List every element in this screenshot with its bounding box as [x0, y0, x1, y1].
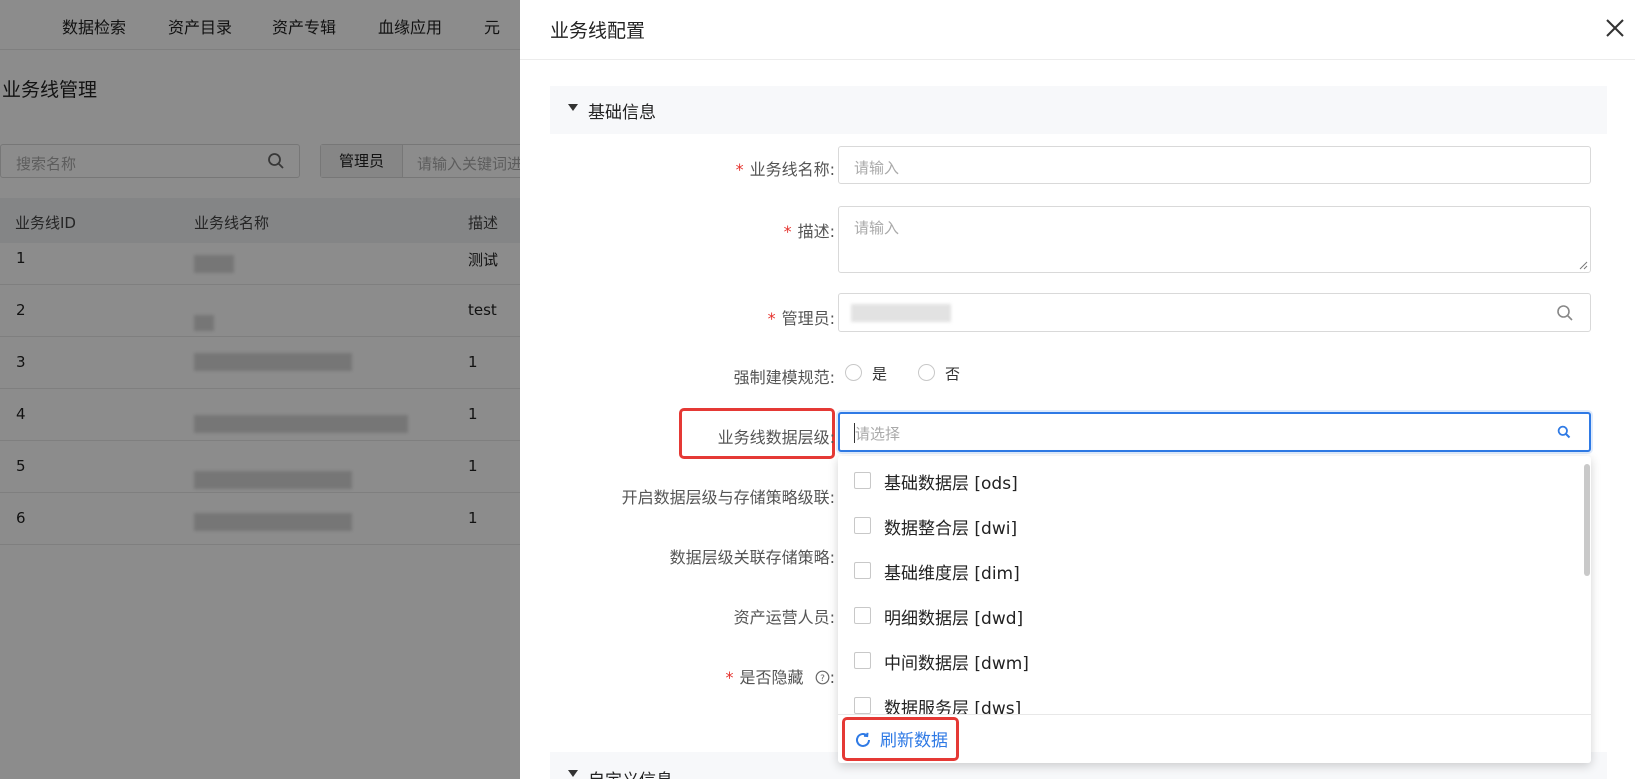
checkbox[interactable] [854, 562, 871, 579]
option-label: 数据服务层 [dws] [884, 699, 1022, 714]
required-mark: * [767, 309, 776, 328]
asset-operator-label: 资产运营人员: [733, 608, 835, 627]
radio-no-label[interactable]: 否 [945, 363, 960, 384]
admin-label: * 管理员: [767, 309, 835, 328]
admin-select[interactable] [838, 293, 1591, 332]
data-layer-dropdown: 基础数据层 [ods] 数据整合层 [dwi] 基础维度层 [dim] 明细数据… [838, 456, 1591, 763]
section-basic-info[interactable]: 基础信息 [550, 86, 1607, 134]
dropdown-scrollbar[interactable] [1584, 464, 1590, 576]
dropdown-option[interactable]: 明细数据层 [dwd] [838, 594, 1591, 639]
dropdown-option[interactable]: 基础维度层 [dim] [838, 549, 1591, 594]
required-mark: * [725, 668, 734, 687]
dropdown-options-list[interactable]: 基础数据层 [ods] 数据整合层 [dwi] 基础维度层 [dim] 明细数据… [838, 456, 1591, 714]
section-basic-title: 基础信息 [588, 103, 656, 123]
dropdown-option[interactable]: 中间数据层 [dwm] [838, 639, 1591, 684]
resize-handle-icon[interactable] [1579, 261, 1588, 270]
name-input[interactable]: 请输入 [838, 146, 1591, 184]
required-mark: * [783, 222, 792, 241]
name-label: * 业务线名称: [735, 160, 835, 179]
help-icon[interactable]: ? [815, 670, 830, 689]
search-icon[interactable] [1556, 304, 1574, 326]
selected-admin-tag [851, 304, 951, 322]
business-line-config-drawer: 业务线配置 基础信息 * 业务线名称: 请输入 * 描述: 请输入 * 管理员: 强制… [520, 0, 1635, 779]
data-layer-label: 业务线数据层级: [717, 428, 835, 447]
section-custom-title: 自定义信息 [588, 766, 673, 779]
option-label: 数据整合层 [dwi] [884, 519, 1018, 539]
caret-down-icon [568, 770, 578, 777]
desc-placeholder: 请输入 [854, 219, 900, 237]
option-label: 基础数据层 [ods] [884, 474, 1018, 494]
checkbox[interactable] [854, 517, 871, 534]
storage-policy-label: 数据层级关联存储策略: [669, 548, 835, 567]
radio-yes[interactable] [845, 364, 862, 381]
data-layer-placeholder: 请选择 [855, 425, 901, 443]
option-label: 中间数据层 [dwm] [884, 654, 1029, 674]
radio-no[interactable] [918, 364, 935, 381]
force-modeling-label: 强制建模规范: [733, 368, 835, 387]
caret-down-icon [568, 104, 578, 111]
option-label: 基础维度层 [dim] [884, 564, 1020, 584]
checkbox[interactable] [854, 607, 871, 624]
close-icon[interactable] [1603, 16, 1627, 40]
dropdown-option[interactable]: 基础数据层 [ods] [838, 459, 1591, 504]
svg-text:?: ? [820, 674, 825, 684]
desc-textarea[interactable]: 请输入 [838, 206, 1591, 273]
dropdown-option[interactable]: 数据整合层 [dwi] [838, 504, 1591, 549]
hidden-label: * 是否隐藏 ? : [725, 668, 836, 689]
drawer-title: 业务线配置 [550, 20, 646, 42]
dropdown-footer: 刷新数据 [838, 714, 1591, 763]
checkbox[interactable] [854, 697, 871, 714]
search-icon[interactable] [1557, 425, 1571, 443]
option-label: 明细数据层 [dwd] [884, 609, 1024, 629]
dropdown-option[interactable]: 数据服务层 [dws] [838, 684, 1591, 714]
checkbox[interactable] [854, 472, 871, 489]
drawer-header: 业务线配置 [520, 0, 1635, 60]
required-mark: * [735, 160, 744, 179]
cascade-label: 开启数据层级与存储策略级联: [621, 488, 835, 507]
checkbox[interactable] [854, 652, 871, 669]
name-placeholder: 请输入 [854, 159, 900, 177]
highlight-box [842, 717, 959, 761]
desc-label: * 描述: [783, 222, 835, 241]
data-layer-select[interactable]: 请选择 [838, 412, 1591, 452]
radio-yes-label[interactable]: 是 [872, 363, 887, 384]
